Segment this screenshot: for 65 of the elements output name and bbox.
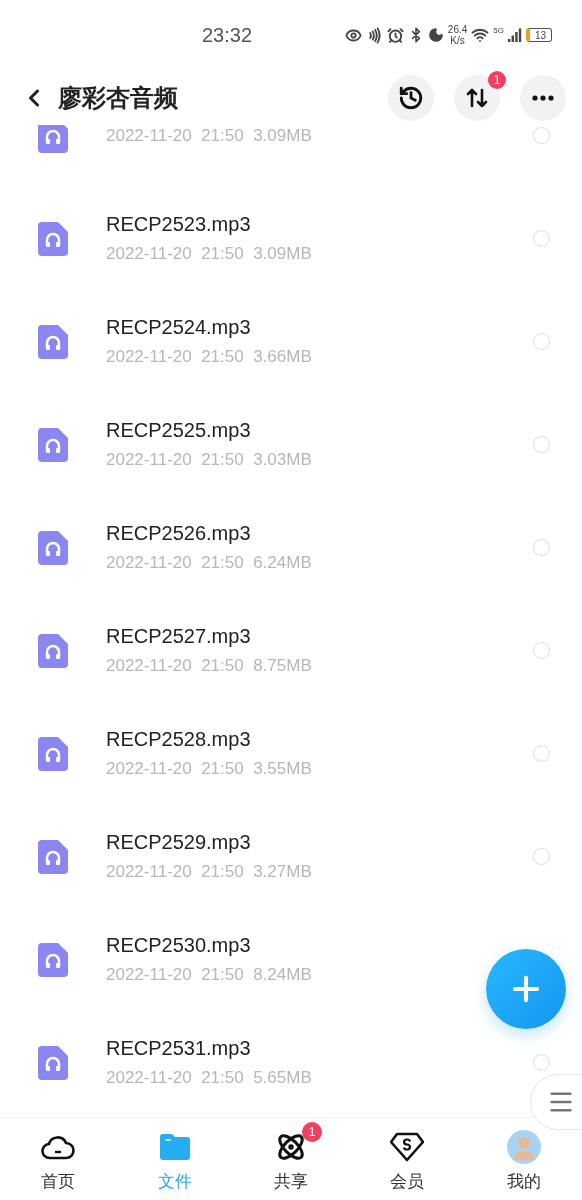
notification-badge: 1 [302, 1122, 322, 1142]
alarm-icon [386, 26, 404, 44]
file-name: RECP2524.mp3 [106, 316, 252, 339]
file-name: RECP2526.mp3 [106, 522, 252, 545]
file-details: 2022-11-20 21:50 3.09MB [106, 125, 313, 146]
file-details: 2022-11-20 21:50 5.65MB [106, 1068, 313, 1088]
select-radio[interactable] [533, 539, 550, 556]
file-details: 2022-11-20 21:50 3.27MB [106, 862, 313, 882]
audio-file-icon [38, 633, 68, 668]
audio-file-icon [38, 1045, 68, 1080]
diamond-icon [390, 1132, 425, 1162]
signal-icon [508, 28, 522, 42]
select-radio[interactable] [533, 1054, 550, 1071]
file-name: RECP2531.mp3 [106, 1037, 252, 1060]
file-name: RECP2530.mp3 [106, 934, 252, 957]
file-name: RECP2525.mp3 [106, 419, 252, 442]
nav-tab[interactable]: 1 共享 [232, 1118, 350, 1200]
add-button[interactable] [486, 949, 566, 1029]
history-button[interactable] [388, 74, 434, 121]
nav-tab[interactable]: 首页 [0, 1118, 117, 1200]
network-speed: 26.4 [447, 24, 468, 35]
audio-file-icon [38, 125, 68, 153]
network-type: 5G [493, 26, 504, 35]
side-menu-handle[interactable] [530, 1074, 582, 1130]
audio-file-icon [38, 427, 68, 462]
more-button[interactable] [520, 74, 566, 121]
folder-icon [159, 1134, 190, 1160]
audio-file-icon [38, 942, 68, 977]
transfer-button[interactable] [454, 74, 500, 121]
file-name: RECP2527.mp3 [106, 625, 252, 648]
audio-file-icon [38, 839, 68, 874]
audio-file-icon [38, 736, 68, 771]
history-icon [398, 84, 424, 111]
notification-badge: 1 [488, 70, 506, 89]
avatar-icon [506, 1130, 541, 1164]
select-radio[interactable] [533, 230, 550, 247]
file-details: 2022-11-20 21:50 3.55MB [106, 759, 313, 779]
audio-file-icon [38, 324, 68, 359]
speed-unit: K/s [450, 35, 465, 46]
select-radio[interactable] [533, 333, 550, 350]
file-name: RECP2523.mp3 [106, 213, 252, 236]
file-details: 2022-11-20 21:50 8.75MB [106, 656, 313, 676]
audio-file-icon [38, 530, 68, 565]
select-radio[interactable] [533, 127, 550, 144]
file-details: 2022-11-20 21:50 6.24MB [106, 553, 313, 573]
folder-title: 廖彩杏音频 [58, 82, 178, 113]
file-details: 2022-11-20 21:50 3.66MB [106, 347, 313, 367]
select-radio[interactable] [533, 436, 550, 453]
audio-file-icon [38, 221, 68, 256]
battery-indicator: 13 [526, 28, 552, 42]
wifi-icon [471, 26, 490, 44]
file-name: RECP2529.mp3 [106, 831, 252, 854]
file-name: RECP2528.mp3 [106, 728, 252, 751]
select-radio[interactable] [533, 848, 550, 865]
select-radio[interactable] [533, 745, 550, 762]
file-details: 2022-11-20 21:50 3.03MB [106, 450, 313, 470]
nav-tab[interactable]: 会员 [349, 1118, 466, 1200]
atom-icon [276, 1132, 306, 1162]
file-details: 2022-11-20 21:50 3.09MB [106, 244, 313, 264]
cloud-icon [41, 1134, 76, 1160]
file-details: 2022-11-20 21:50 8.24MB [106, 965, 313, 985]
select-radio[interactable] [533, 642, 550, 659]
moon-icon [427, 27, 444, 43]
status-time: 23:32 [201, 23, 253, 47]
more-icon [532, 94, 554, 101]
